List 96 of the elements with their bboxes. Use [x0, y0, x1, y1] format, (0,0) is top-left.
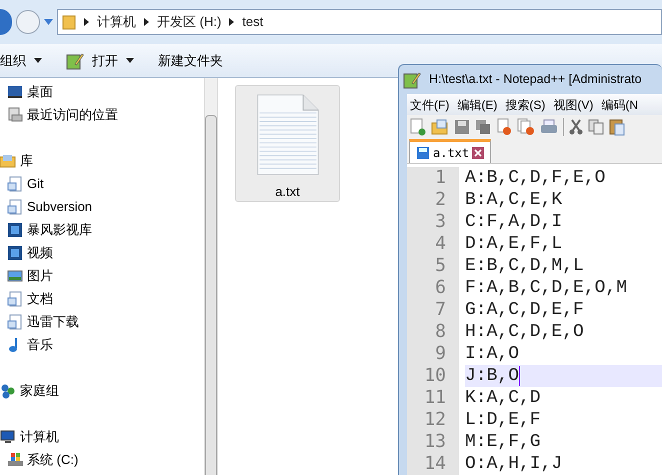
menu-item[interactable]: 搜索(S)	[505, 96, 546, 114]
sidebar-item[interactable]: 最近访问的位置	[0, 103, 204, 126]
toolbar-button[interactable]: 组织	[0, 50, 42, 70]
line-number: 14	[407, 453, 459, 475]
window-title: H:\test\a.txt - Notepad++ [Administrato	[429, 71, 642, 88]
sidebar-item[interactable]: Git	[0, 172, 204, 195]
address-field[interactable]: 计算机 开发区 (H:) test	[57, 9, 662, 35]
code-line: F:A,B,C,D,E,O,M	[465, 277, 628, 299]
forward-button[interactable]	[16, 10, 40, 34]
scrollbar[interactable]	[204, 78, 218, 475]
code-line: H:A,C,D,E,O	[465, 321, 585, 343]
print-icon[interactable]	[540, 119, 558, 135]
code-line: L:D,E,F	[465, 409, 542, 431]
chevron-icon[interactable]	[84, 18, 89, 26]
chevron-icon[interactable]	[144, 18, 149, 26]
line-number: 5	[407, 255, 459, 277]
code-line: B:A,C,E,K	[465, 189, 564, 211]
code-line: O:A,H,I,J	[465, 453, 564, 475]
picture-icon	[7, 268, 23, 284]
document-icon	[7, 176, 23, 192]
code-line: D:A,E,F,L	[465, 233, 564, 255]
film-icon	[7, 222, 23, 238]
menu-item[interactable]: 视图(V)	[553, 96, 594, 114]
line-number: 6	[407, 277, 459, 299]
save-all-icon[interactable]	[475, 119, 491, 135]
chevron-icon[interactable]	[229, 18, 234, 26]
line-number: 10	[407, 365, 459, 387]
folder-icon	[62, 14, 76, 30]
toolbar-button[interactable]: 新建文件夹	[158, 50, 223, 70]
code-line: K:A,C,D	[465, 387, 542, 409]
menu-item[interactable]: 编辑(E)	[457, 96, 498, 114]
text-file-icon	[254, 94, 320, 176]
sidebar-item[interactable]: 文档	[0, 287, 204, 310]
sidebar-item[interactable]: 迅雷下载	[0, 310, 204, 333]
scissors-icon[interactable]	[569, 119, 583, 135]
back-button[interactable]	[0, 9, 12, 35]
code-line: I:A,O	[465, 343, 520, 365]
file-name: a.txt	[275, 182, 300, 200]
sidebar-item[interactable]: 图片	[0, 264, 204, 287]
document-icon	[7, 314, 23, 330]
line-number: 11	[407, 387, 459, 409]
sidebar-item[interactable]: Subversion	[0, 195, 204, 218]
scrollbar-thumb[interactable]	[205, 115, 217, 475]
dropdown-icon[interactable]	[44, 19, 53, 25]
sidebar-item[interactable]: 库	[0, 149, 204, 172]
sidebar-item[interactable]: 系统 (C:)	[0, 448, 204, 471]
line-number: 7	[407, 299, 459, 321]
code-line: G:A,C,D,E,F	[465, 299, 585, 321]
code-line: E:B,C,D,M,L	[465, 255, 585, 277]
line-number: 3	[407, 211, 459, 233]
breadcrumb[interactable]: 计算机	[97, 12, 136, 32]
folder-icon[interactable]	[431, 119, 449, 135]
file-tab[interactable]: a.txt	[409, 139, 492, 163]
film-icon	[7, 244, 23, 260]
paste-icon[interactable]	[609, 118, 625, 136]
sidebar-item[interactable]: 桌面	[0, 80, 204, 103]
line-number: 2	[407, 189, 459, 211]
document-icon	[7, 198, 23, 214]
document-stack-icon	[7, 106, 23, 122]
code-line: A:B,C,D,F,E,O	[465, 167, 606, 189]
close-all-icon[interactable]	[517, 118, 535, 136]
folder-icon	[0, 152, 16, 168]
code-line: C:F,A,D,I	[465, 211, 564, 233]
code-line: M:E,F,G	[465, 431, 542, 453]
close-icon	[472, 146, 484, 158]
file-tile[interactable]: a.txt	[235, 85, 340, 202]
notepad-icon	[66, 52, 84, 70]
toolbar-button[interactable]: 打开	[66, 50, 134, 70]
document-icon	[7, 290, 23, 306]
line-number: 8	[407, 321, 459, 343]
menu-item[interactable]: 编码(N	[601, 96, 638, 114]
desktop-icon	[7, 84, 23, 100]
sidebar-item[interactable]: 音乐	[0, 333, 204, 356]
caret-icon	[34, 58, 42, 63]
copy-icon[interactable]	[588, 119, 604, 135]
sidebar-item[interactable]: 视频	[0, 241, 204, 264]
monitor-icon	[0, 428, 16, 444]
menu-item[interactable]: 文件(F)	[410, 96, 450, 114]
caret-icon	[126, 58, 134, 63]
network-icon	[0, 382, 16, 398]
sidebar-item[interactable]: 计算机	[0, 425, 204, 448]
drive-icon	[7, 452, 23, 468]
line-number: 9	[407, 343, 459, 365]
breadcrumb[interactable]: test	[242, 12, 264, 32]
sidebar-item[interactable]: 家庭组	[0, 379, 204, 402]
sidebar-item[interactable]: 暴风影视库	[0, 218, 204, 241]
new-file-icon[interactable]	[410, 118, 426, 136]
notepad-icon	[403, 70, 421, 88]
save-icon	[416, 146, 430, 160]
save-icon[interactable]	[454, 119, 470, 135]
close-file-icon[interactable]	[496, 118, 512, 136]
line-number: 12	[407, 409, 459, 431]
breadcrumb[interactable]: 开发区 (H:)	[157, 12, 222, 32]
line-number: 13	[407, 431, 459, 453]
line-number: 1	[407, 167, 459, 189]
line-number: 4	[407, 233, 459, 255]
